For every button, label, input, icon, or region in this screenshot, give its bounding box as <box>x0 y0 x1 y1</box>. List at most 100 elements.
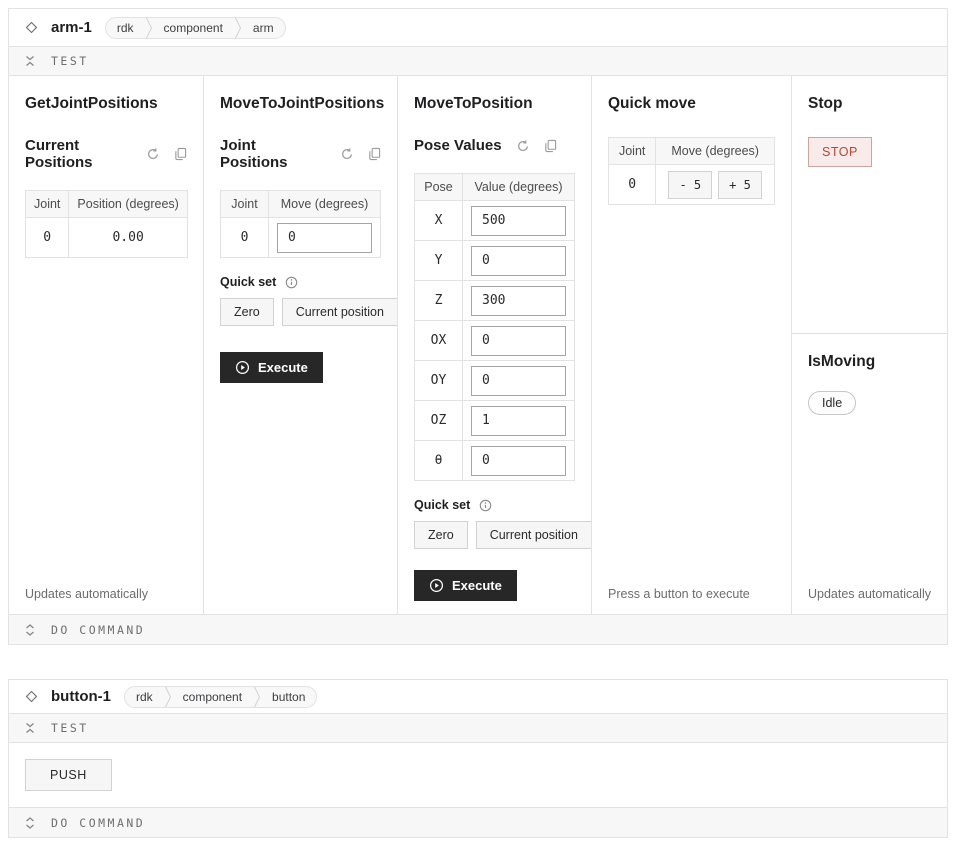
chevron-right-icon <box>234 18 242 38</box>
stop-button[interactable]: STOP <box>808 137 872 167</box>
test-section-label: TEST <box>51 54 89 68</box>
table-row: 0 0.00 <box>26 218 188 258</box>
method-title: Stop <box>808 95 842 113</box>
button-test-panel: PUSH <box>9 743 947 807</box>
breadcrumb: rdk component button <box>124 686 317 708</box>
table-subtitle: Pose Values <box>414 137 502 154</box>
table-row: OX <box>415 321 575 361</box>
test-section-header[interactable]: TEST <box>9 713 947 743</box>
joint-index: 0 <box>221 218 269 258</box>
pose-ox-input[interactable] <box>471 326 566 356</box>
column-header: Value (degrees) <box>463 174 575 201</box>
pose-label: Y <box>415 241 463 281</box>
column-header: Move (degrees) <box>269 191 381 218</box>
method-title: MoveToPosition <box>414 95 533 113</box>
joint-positions-table: Joint Move (degrees) 0 <box>220 190 381 258</box>
current-position-button[interactable]: Current position <box>282 298 398 326</box>
move-plus-5-button[interactable]: + 5 <box>718 171 762 199</box>
joint-position-value: 0.00 <box>69 218 187 258</box>
do-command-section-label: DO COMMAND <box>51 623 145 637</box>
do-command-section-header[interactable]: DO COMMAND <box>9 807 947 837</box>
breadcrumb-item: rdk <box>106 18 145 38</box>
status-badge: Idle <box>808 391 856 415</box>
zero-button[interactable]: Zero <box>220 298 274 326</box>
execute-button-label: Execute <box>452 578 502 593</box>
chevron-right-icon <box>145 18 153 38</box>
pose-z-input[interactable] <box>471 286 566 316</box>
table-row: 0 - 5 + 5 <box>609 165 775 205</box>
info-icon[interactable] <box>479 499 492 512</box>
joint-move-input[interactable] <box>277 223 372 253</box>
quick-move-column: Quick move Joint Move (degrees) 0 - 5 + … <box>592 76 792 614</box>
stop-section: Stop STOP <box>792 76 947 334</box>
refresh-icon[interactable] <box>146 147 160 161</box>
move-minus-5-button[interactable]: - 5 <box>668 171 712 199</box>
column-header: Joint <box>26 191 69 218</box>
pose-label: X <box>415 201 463 241</box>
zero-button[interactable]: Zero <box>414 521 468 549</box>
table-row: 0 <box>221 218 381 258</box>
quick-set-label: Quick set <box>414 498 470 512</box>
column-header: Pose <box>415 174 463 201</box>
get-joint-positions-column: GetJointPositions Current Positions Join… <box>9 76 204 614</box>
pose-label: OZ <box>415 401 463 441</box>
component-title: arm-1 <box>51 19 92 36</box>
table-row: OY <box>415 361 575 401</box>
table-row: Y <box>415 241 575 281</box>
execute-button-label: Execute <box>258 360 308 375</box>
pose-values-table: Pose Value (degrees) X Y Z OX <box>414 173 575 481</box>
arm-card-header: arm-1 rdk component arm <box>9 9 947 46</box>
component-diamond-icon <box>25 690 38 703</box>
stop-ismoving-column: Stop STOP IsMoving Idle Updates automati… <box>792 76 947 614</box>
pose-label: Z <box>415 281 463 321</box>
breadcrumb-item: component <box>153 18 234 38</box>
current-position-button[interactable]: Current position <box>476 521 592 549</box>
method-title: IsMoving <box>808 353 875 371</box>
column-footer-note: Press a button to execute <box>608 587 750 601</box>
do-command-section-label: DO COMMAND <box>51 816 145 830</box>
copy-icon[interactable] <box>368 147 381 161</box>
quick-move-table: Joint Move (degrees) 0 - 5 + 5 <box>608 137 775 205</box>
pose-theta-input[interactable] <box>471 446 566 476</box>
pose-label: θ <box>415 441 463 481</box>
expand-icon <box>24 623 36 637</box>
current-positions-table: Joint Position (degrees) 0 0.00 <box>25 190 188 258</box>
move-to-position-column: MoveToPosition Pose Values Pose Value (d… <box>398 76 592 614</box>
table-row: OZ <box>415 401 575 441</box>
arm-card: arm-1 rdk component arm TEST GetJointPos… <box>8 8 948 645</box>
test-section-header[interactable]: TEST <box>9 46 947 76</box>
table-subtitle: Joint Positions <box>220 137 326 171</box>
refresh-icon[interactable] <box>516 139 530 153</box>
joint-index: 0 <box>609 165 656 205</box>
breadcrumb-item: arm <box>242 18 285 38</box>
pose-x-input[interactable] <box>471 206 566 236</box>
play-icon <box>429 578 444 593</box>
move-to-joint-positions-column: MoveToJointPositions Joint Positions Joi… <box>204 76 398 614</box>
table-subtitle: Current Positions <box>25 137 132 171</box>
copy-icon[interactable] <box>544 139 557 153</box>
component-diamond-icon <box>25 21 38 34</box>
column-header: Joint <box>221 191 269 218</box>
expand-icon <box>24 816 36 830</box>
column-header: Move (degrees) <box>656 138 775 165</box>
refresh-icon[interactable] <box>340 147 354 161</box>
column-footer-note: Updates automatically <box>808 587 931 601</box>
do-command-section-header[interactable]: DO COMMAND <box>9 614 947 644</box>
pose-y-input[interactable] <box>471 246 566 276</box>
table-row: X <box>415 201 575 241</box>
info-icon[interactable] <box>285 276 298 289</box>
pose-oz-input[interactable] <box>471 406 566 436</box>
play-icon <box>235 360 250 375</box>
component-title: button-1 <box>51 688 111 705</box>
copy-icon[interactable] <box>174 147 187 161</box>
pose-label: OX <box>415 321 463 361</box>
quick-set-label: Quick set <box>220 275 276 289</box>
execute-button[interactable]: Execute <box>414 570 517 601</box>
push-button[interactable]: PUSH <box>25 759 112 791</box>
breadcrumb-item: rdk <box>125 687 164 707</box>
chevron-right-icon <box>164 687 172 707</box>
chevron-right-icon <box>253 687 261 707</box>
execute-button[interactable]: Execute <box>220 352 323 383</box>
pose-oy-input[interactable] <box>471 366 566 396</box>
column-footer-note: Updates automatically <box>25 587 148 601</box>
